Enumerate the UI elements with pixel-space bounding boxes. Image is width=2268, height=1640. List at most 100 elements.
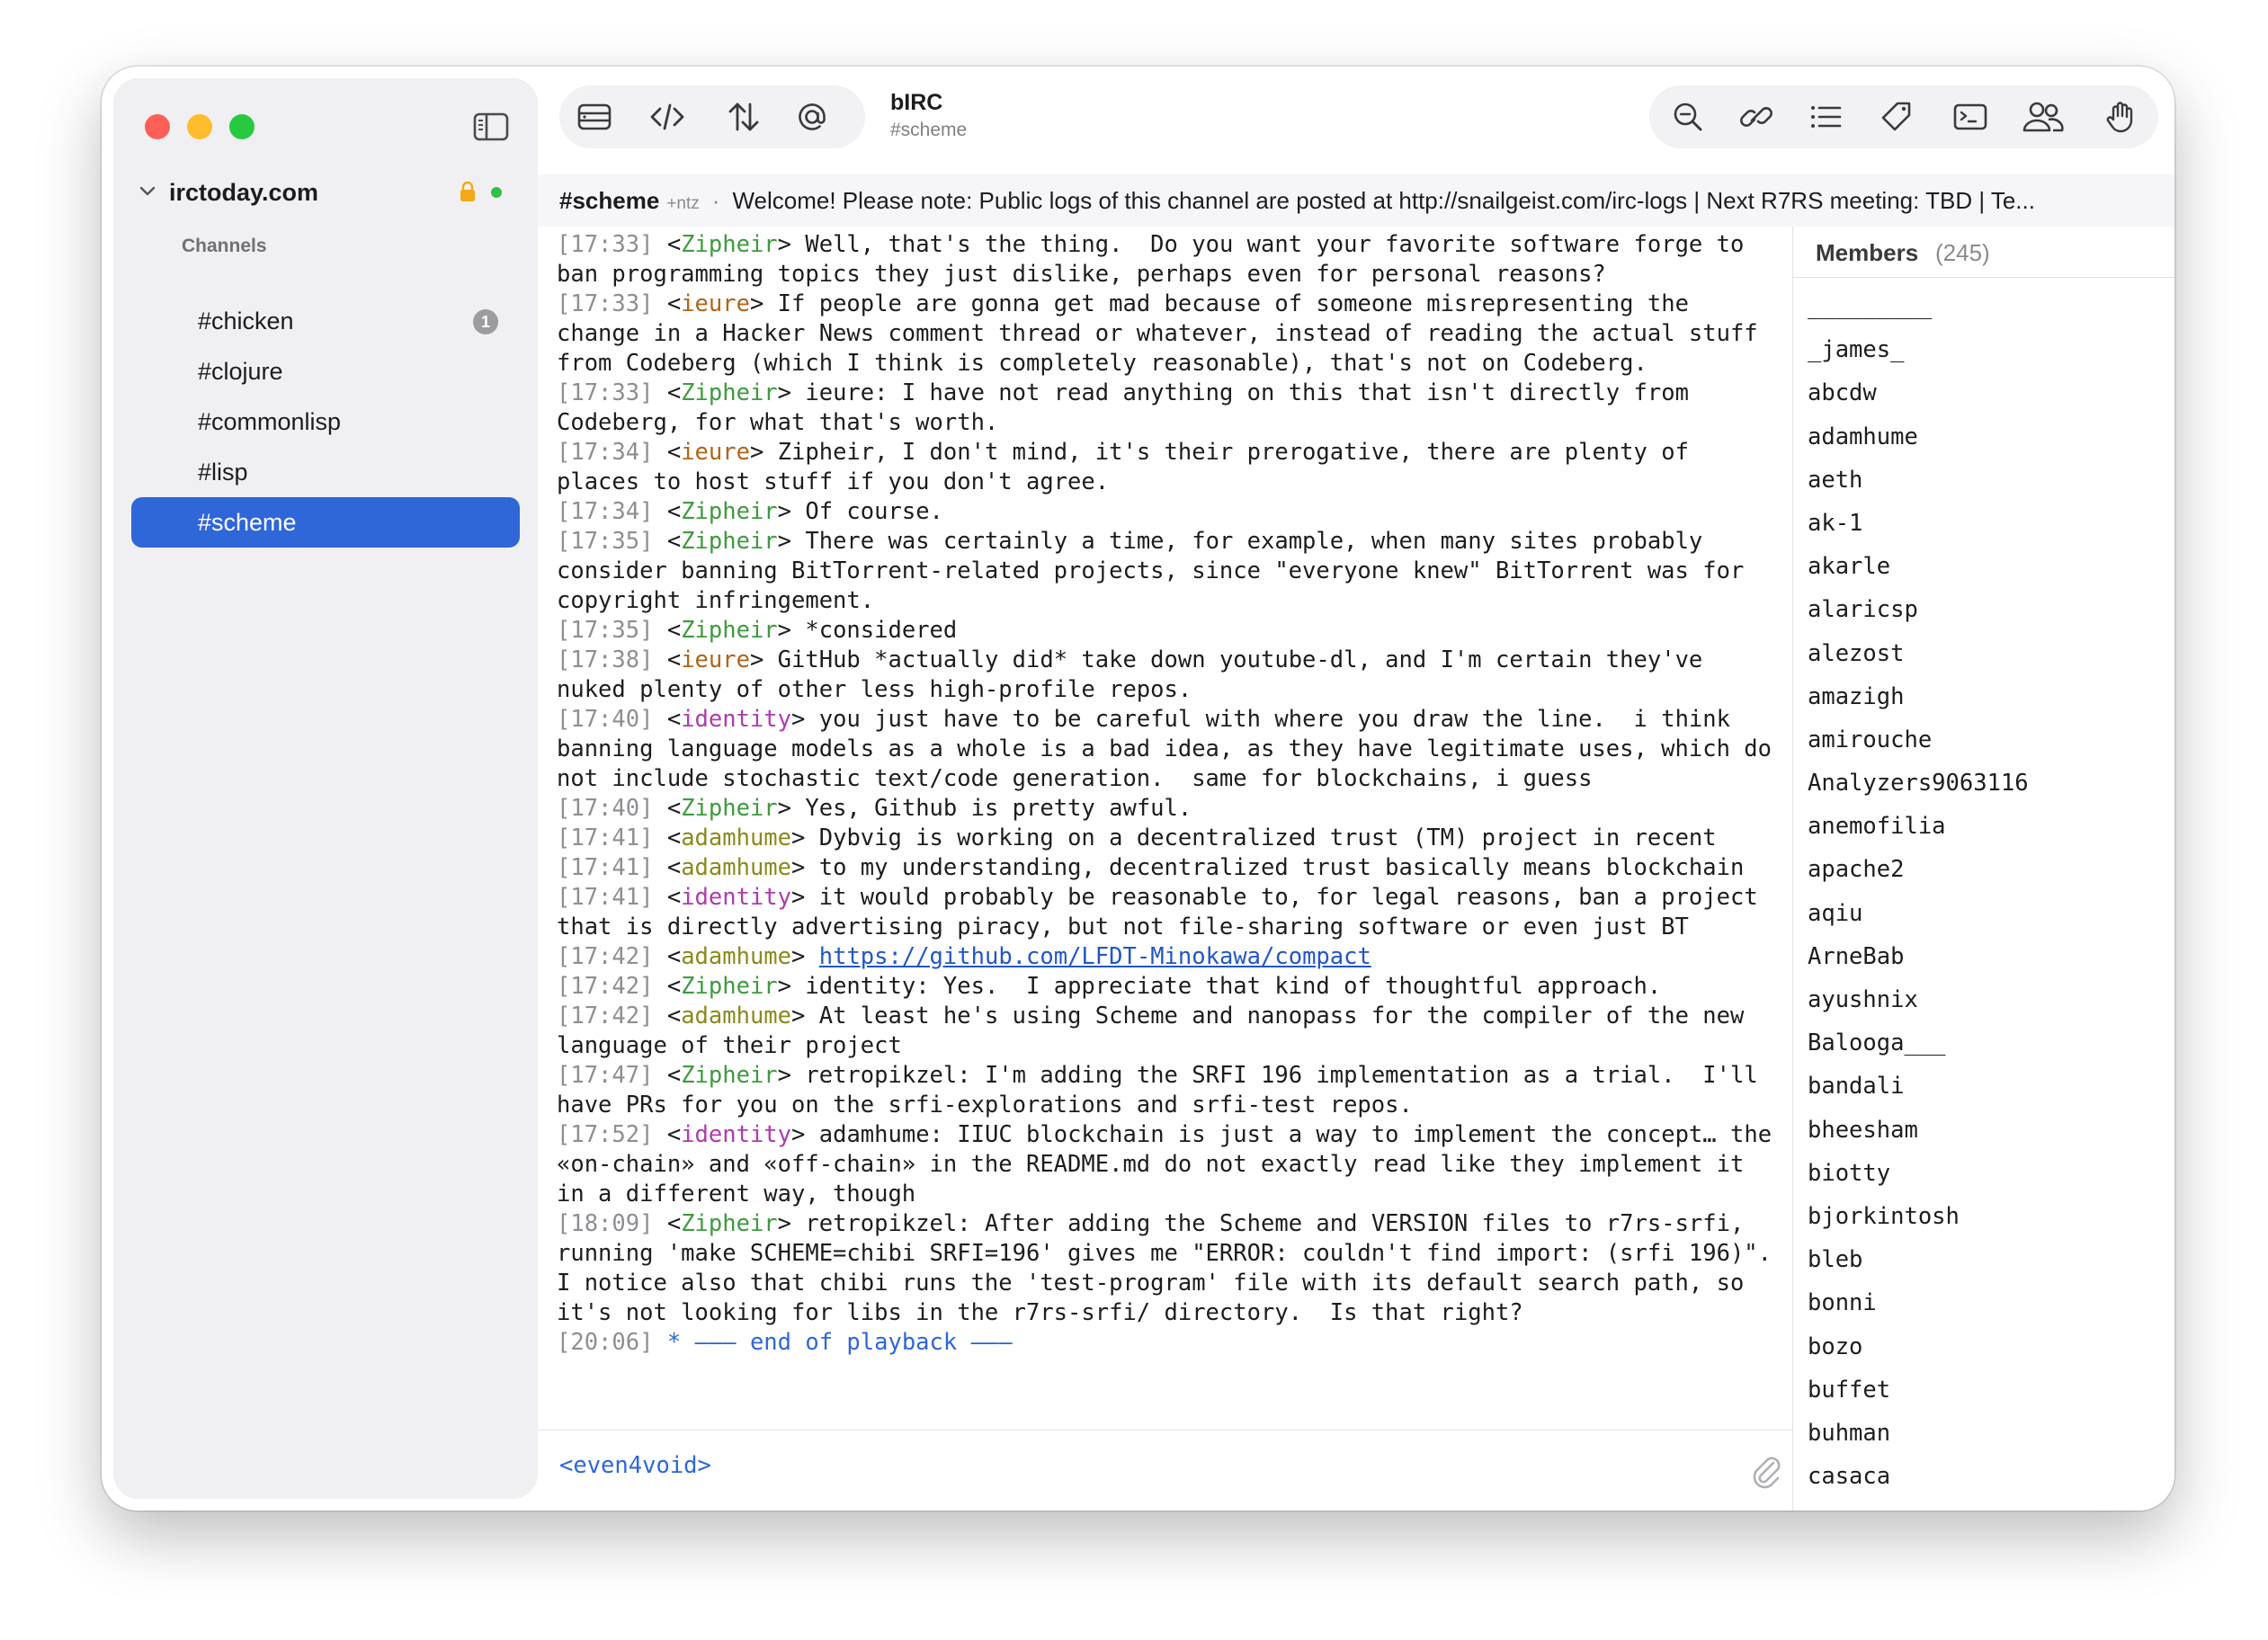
message-text: Dybvig is working on a decentralized tru… bbox=[818, 824, 1717, 851]
member-item[interactable]: alaricsp bbox=[1808, 588, 2029, 631]
search-icon[interactable] bbox=[1671, 101, 1705, 133]
message-timestamp: [17:52] bbox=[557, 1121, 654, 1148]
member-item[interactable]: buhman bbox=[1808, 1412, 2029, 1455]
member-item[interactable]: amazigh bbox=[1808, 675, 2029, 718]
message-nick[interactable]: Zipheir bbox=[681, 498, 777, 525]
channel-topic-text[interactable]: Welcome! Please note: Public logs of thi… bbox=[732, 187, 2035, 214]
channel-label: #clojure bbox=[198, 358, 283, 385]
message-nick[interactable]: Zipheir bbox=[681, 379, 777, 406]
member-item[interactable]: _________ bbox=[1808, 285, 2029, 328]
member-item[interactable]: aqiu bbox=[1808, 892, 2029, 935]
message-link[interactable]: https://github.com/LFDT-Minokawa/compact bbox=[819, 943, 1371, 970]
message-nick[interactable]: Zipheir bbox=[681, 1062, 777, 1089]
member-item[interactable]: ArneBab bbox=[1808, 935, 2029, 978]
member-item[interactable]: bandali bbox=[1808, 1065, 2029, 1108]
message-nick[interactable]: Zipheir bbox=[681, 617, 777, 644]
message-text: *considered bbox=[805, 617, 958, 644]
hand-icon[interactable] bbox=[2104, 101, 2139, 133]
message-log[interactable]: [17:33] <Zipheir> Well, that's the thing… bbox=[538, 227, 1792, 1430]
people-icon[interactable] bbox=[2022, 101, 2065, 133]
close-window-button[interactable] bbox=[145, 114, 170, 139]
link-icon[interactable] bbox=[1739, 101, 1773, 133]
zoom-window-button[interactable] bbox=[229, 114, 254, 139]
member-item[interactable]: casaca bbox=[1808, 1455, 2029, 1498]
message-row: [18:09] <Zipheir> retropikzel: After add… bbox=[557, 1209, 1780, 1328]
member-item[interactable]: caz bbox=[1808, 1498, 2029, 1511]
message-nick[interactable]: identity bbox=[681, 1121, 791, 1148]
member-item[interactable]: ayushnix bbox=[1808, 978, 2029, 1021]
message-nick[interactable]: adamhume bbox=[681, 854, 791, 881]
members-title: Members bbox=[1816, 239, 1919, 266]
sidebar-toggle-icon[interactable] bbox=[473, 111, 509, 143]
message-row: [17:41] <adamhume> Dybvig is working on … bbox=[557, 824, 1717, 851]
message-nick[interactable]: Zipheir bbox=[681, 973, 777, 1000]
message-nick[interactable]: identity bbox=[681, 706, 791, 733]
message-row: [17:35] <Zipheir> There was certainly a … bbox=[557, 528, 1758, 614]
member-item[interactable]: bozo bbox=[1808, 1325, 2029, 1368]
sidebar-channel-chicken[interactable]: #chicken 1 bbox=[131, 296, 520, 346]
member-item[interactable]: apache2 bbox=[1808, 848, 2029, 891]
member-item[interactable]: Balooga___ bbox=[1808, 1021, 2029, 1065]
member-list: _________ _james_ abcdw adamhume aeth ak-1 aka… bbox=[1808, 285, 2029, 1511]
member-item[interactable]: bheesham bbox=[1808, 1109, 2029, 1152]
minimize-window-button[interactable] bbox=[187, 114, 212, 139]
message-nick[interactable]: ieure bbox=[681, 290, 750, 317]
message-row: [17:33] <ieure> If people are gonna get … bbox=[557, 290, 1772, 377]
member-item[interactable]: _james_ bbox=[1808, 328, 2029, 371]
message-timestamp: [17:38] bbox=[557, 646, 654, 673]
message-timestamp: [17:35] bbox=[557, 528, 654, 555]
sidebar-channel-clojure[interactable]: #clojure bbox=[131, 346, 520, 397]
member-item[interactable]: buffet bbox=[1808, 1368, 2029, 1412]
member-item[interactable]: adamhume bbox=[1808, 415, 2029, 459]
at-mention-icon[interactable] bbox=[795, 101, 829, 133]
member-item[interactable]: bonni bbox=[1808, 1281, 2029, 1324]
message-text: Yes, Github is pretty awful. bbox=[805, 795, 1192, 822]
sidebar-channel-scheme[interactable]: #scheme bbox=[131, 497, 520, 548]
member-item[interactable]: alezost bbox=[1808, 632, 2029, 675]
channel-label: #commonlisp bbox=[198, 408, 342, 435]
message-nick[interactable]: adamhume bbox=[681, 824, 791, 851]
server-list-icon[interactable] bbox=[577, 101, 612, 133]
message-timestamp: [17:34] bbox=[557, 498, 654, 525]
message-nick[interactable]: identity bbox=[681, 884, 791, 911]
message-row: [17:34] <Zipheir> Of course. bbox=[557, 498, 943, 525]
own-nick-label: <even4void> bbox=[559, 1452, 711, 1479]
sidebar: irctoday.com Channels #chicken 1 #clojur… bbox=[113, 78, 538, 1499]
terminal-icon[interactable] bbox=[1953, 101, 1987, 133]
member-item[interactable]: abcdw bbox=[1808, 371, 2029, 414]
member-item[interactable]: bjorkintosh bbox=[1808, 1195, 2029, 1238]
sidebar-channel-lisp[interactable]: #lisp bbox=[131, 447, 520, 497]
member-item[interactable]: aeth bbox=[1808, 459, 2029, 502]
message-timestamp: [17:42] bbox=[557, 1003, 654, 1029]
up-down-arrows-icon[interactable] bbox=[727, 101, 761, 133]
message-row: [17:41] <identity> it would probably be … bbox=[557, 884, 1772, 940]
member-item[interactable]: bleb bbox=[1808, 1238, 2029, 1281]
paperclip-icon[interactable] bbox=[1750, 1450, 1782, 1490]
member-item[interactable]: akarle bbox=[1808, 545, 2029, 588]
message-timestamp: [17:41] bbox=[557, 824, 654, 851]
message-input-area[interactable]: <even4void> bbox=[538, 1430, 1792, 1511]
member-item[interactable]: Analyzers9063116 bbox=[1808, 762, 2029, 805]
member-item[interactable]: ak-1 bbox=[1808, 502, 2029, 545]
tag-icon[interactable] bbox=[1880, 101, 1914, 133]
list-icon[interactable] bbox=[1808, 101, 1843, 133]
sidebar-channel-commonlisp[interactable]: #commonlisp bbox=[131, 397, 520, 447]
message-nick[interactable]: Zipheir bbox=[681, 528, 777, 555]
member-item[interactable]: amirouche bbox=[1808, 718, 2029, 762]
message-nick[interactable]: Zipheir bbox=[681, 1210, 777, 1237]
member-list-panel: Members (245) _________ _james_ abcdw adamh… bbox=[1792, 227, 2174, 1511]
message-nick[interactable]: Zipheir bbox=[681, 231, 777, 258]
message-nick[interactable]: ieure bbox=[681, 439, 750, 466]
member-item[interactable]: anemofilia bbox=[1808, 805, 2029, 848]
message-timestamp: [17:33] bbox=[557, 290, 654, 317]
code-icon[interactable] bbox=[650, 101, 684, 133]
members-header: Members (245) bbox=[1793, 227, 2174, 278]
topic-bar: #scheme +ntz · Welcome! Please note: Public… bbox=[538, 174, 2174, 227]
member-item[interactable]: biotty bbox=[1808, 1152, 2029, 1195]
message-nick[interactable]: adamhume bbox=[681, 943, 791, 970]
message-nick[interactable]: ieure bbox=[681, 646, 750, 673]
server-row[interactable]: irctoday.com bbox=[113, 174, 538, 213]
chevron-down-icon[interactable] bbox=[138, 183, 156, 201]
message-nick[interactable]: adamhume bbox=[681, 1003, 791, 1029]
message-nick[interactable]: Zipheir bbox=[681, 795, 777, 822]
